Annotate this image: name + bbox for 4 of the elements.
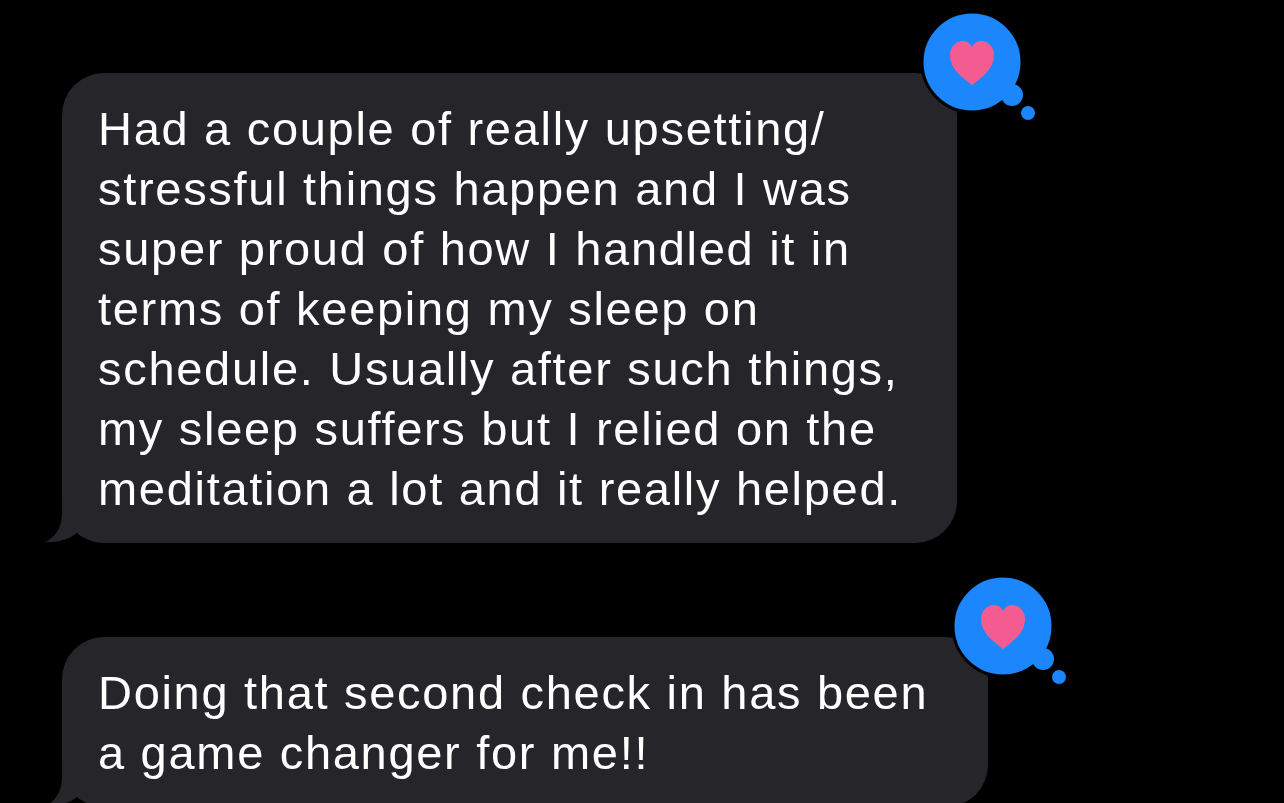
heart-reaction-icon[interactable] [920,10,1037,122]
message-text: Had a couple of really upsetting/ stressful things happen and I was super proud of how I handled it in terms of keeping my sleep on schedule. Usually after such things, my sleep suffers but I relied on the meditation a lot and it really helped. [98,101,903,517]
message-text: Doing that second check in has been a game changer for me!! [98,665,930,781]
heart-reaction-icon[interactable] [951,574,1068,686]
